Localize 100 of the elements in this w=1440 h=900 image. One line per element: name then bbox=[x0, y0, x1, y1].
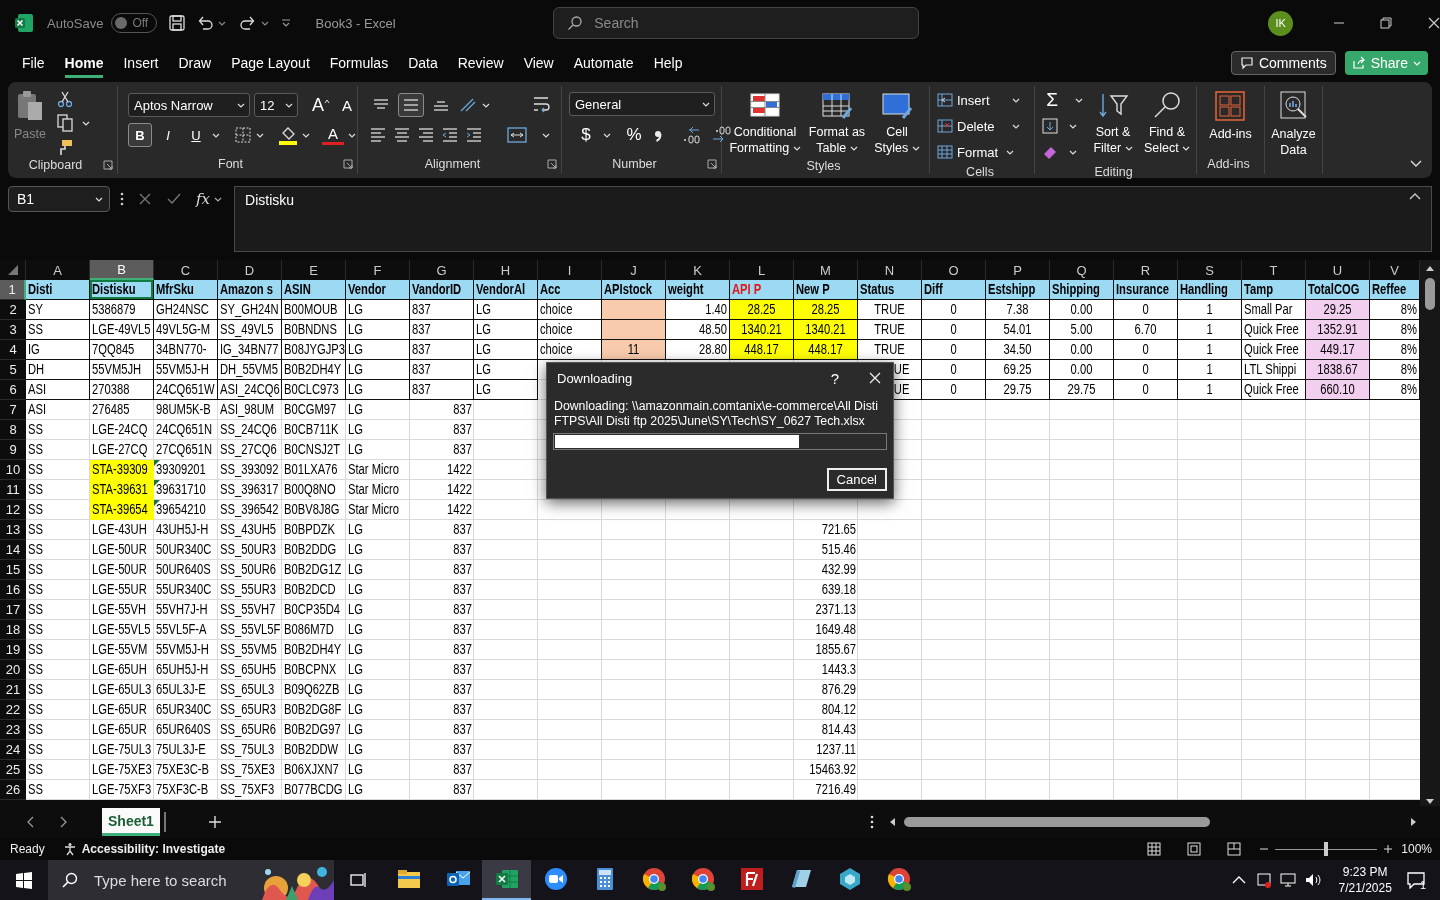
row-header[interactable]: 2 bbox=[0, 300, 26, 320]
volume-icon[interactable] bbox=[1304, 872, 1323, 888]
ribbon-button[interactable]: Sort & Filter bbox=[1089, 88, 1137, 158]
font-style-button[interactable]: I bbox=[156, 123, 180, 147]
font-style-button[interactable]: B bbox=[128, 123, 152, 147]
restore-icon[interactable] bbox=[1380, 17, 1393, 29]
caret-icon[interactable] bbox=[217, 20, 226, 26]
menu-tab[interactable]: Draw bbox=[178, 48, 212, 78]
paste-button[interactable]: Paste bbox=[14, 88, 46, 156]
ribbon-button[interactable]: Cell Styles bbox=[872, 88, 922, 158]
expand-formula-bar-icon[interactable] bbox=[1409, 192, 1421, 200]
column-header[interactable]: Q bbox=[1050, 260, 1114, 280]
vertical-align-button[interactable] bbox=[398, 93, 424, 117]
menu-tab[interactable]: Formulas bbox=[329, 48, 389, 78]
menu-tab[interactable]: Home bbox=[64, 48, 104, 78]
normal-view-icon[interactable] bbox=[1147, 842, 1162, 856]
next-sheet-icon[interactable] bbox=[58, 816, 68, 828]
row-header[interactable]: 19 bbox=[0, 640, 26, 660]
user-avatar[interactable]: IK bbox=[1268, 10, 1294, 36]
align-left-icon[interactable] bbox=[368, 125, 388, 145]
menu-tab[interactable]: Automate bbox=[573, 48, 634, 78]
align-center-icon[interactable] bbox=[392, 125, 412, 145]
error-indicator-icon[interactable] bbox=[154, 480, 160, 486]
row-header[interactable]: 16 bbox=[0, 580, 26, 600]
row-header[interactable]: 25 bbox=[0, 760, 26, 780]
column-header[interactable]: B bbox=[90, 260, 154, 280]
caret-icon[interactable] bbox=[260, 20, 269, 26]
row-header[interactable]: 13 bbox=[0, 520, 26, 540]
ribbon-button[interactable]: Insert bbox=[936, 87, 1020, 113]
column-header[interactable]: F bbox=[346, 260, 410, 280]
copy-icon[interactable] bbox=[55, 114, 74, 132]
close-icon[interactable] bbox=[1428, 17, 1440, 29]
column-header[interactable]: N bbox=[858, 260, 922, 280]
row-header[interactable]: 12 bbox=[0, 500, 26, 520]
row-header[interactable]: 5 bbox=[0, 360, 26, 380]
row-header[interactable]: 15 bbox=[0, 560, 26, 580]
column-header[interactable]: P bbox=[986, 260, 1050, 280]
column-header[interactable]: V bbox=[1370, 260, 1420, 280]
column-header[interactable]: O bbox=[922, 260, 986, 280]
security-icon[interactable] bbox=[1256, 872, 1273, 888]
ribbon-button[interactable]: Find & Select bbox=[1141, 88, 1193, 158]
font-style-button[interactable]: U bbox=[184, 123, 208, 147]
column-header[interactable]: A bbox=[26, 260, 90, 280]
column-header[interactable]: H bbox=[474, 260, 538, 280]
ribbon-button[interactable]: Add-ins bbox=[1209, 88, 1252, 154]
dialog-launcher-icon[interactable] bbox=[103, 160, 113, 170]
row-header[interactable]: 4 bbox=[0, 340, 26, 360]
column-header[interactable]: I bbox=[538, 260, 602, 280]
column-header[interactable]: D bbox=[218, 260, 282, 280]
dialog-launcher-icon[interactable] bbox=[343, 159, 353, 169]
fill-color-icon[interactable] bbox=[278, 125, 298, 145]
more-options-icon[interactable] bbox=[120, 191, 124, 207]
zoom-level[interactable]: 100% bbox=[1401, 842, 1432, 856]
error-indicator-icon[interactable] bbox=[154, 500, 160, 506]
decrease-indent-icon[interactable] bbox=[440, 125, 460, 145]
row-header[interactable]: 7 bbox=[0, 400, 26, 420]
column-header[interactable]: J bbox=[602, 260, 666, 280]
insert-function-button[interactable]: fx bbox=[196, 190, 222, 208]
row-header[interactable]: 14 bbox=[0, 540, 26, 560]
font-name-dropdown[interactable]: Aptos Narrow bbox=[128, 93, 250, 117]
menu-tab[interactable]: View bbox=[523, 48, 554, 78]
ribbon-button[interactable]: Format as Table bbox=[805, 88, 869, 158]
start-icon[interactable] bbox=[15, 871, 33, 889]
orientation-icon[interactable] bbox=[458, 96, 478, 114]
taskbar-search-field[interactable]: Type here to search bbox=[48, 860, 256, 900]
error-indicator-icon[interactable] bbox=[154, 460, 160, 466]
page-break-view-icon[interactable] bbox=[1227, 842, 1242, 856]
row-header[interactable]: 20 bbox=[0, 660, 26, 680]
column-header[interactable]: L bbox=[730, 260, 794, 280]
number-format-dropdown[interactable]: General bbox=[569, 92, 715, 116]
row-header[interactable]: 8 bbox=[0, 420, 26, 440]
increase-font-button[interactable]: A bbox=[310, 93, 332, 117]
row-header[interactable]: 26 bbox=[0, 780, 26, 800]
align-right-icon[interactable] bbox=[416, 125, 436, 145]
menu-tab[interactable]: Data bbox=[408, 48, 438, 78]
row-header[interactable]: 11 bbox=[0, 480, 26, 500]
menu-tab[interactable]: Page Layout bbox=[231, 48, 310, 78]
column-header[interactable]: U bbox=[1306, 260, 1370, 280]
comments-button[interactable]: Comments bbox=[1230, 51, 1336, 75]
menu-tab[interactable]: Help bbox=[653, 48, 683, 78]
fill-down-icon[interactable] bbox=[1041, 117, 1059, 135]
row-header[interactable]: 3 bbox=[0, 320, 26, 340]
autosum-button[interactable]: Σ bbox=[1041, 88, 1063, 112]
select-all-icon[interactable] bbox=[7, 265, 18, 275]
row-header[interactable]: 9 bbox=[0, 440, 26, 460]
clock-date[interactable]: 7/21/2025 bbox=[1338, 880, 1392, 896]
dialog-launcher-icon[interactable] bbox=[547, 159, 557, 169]
name-box[interactable]: B1 bbox=[8, 186, 110, 212]
column-header[interactable]: T bbox=[1242, 260, 1306, 280]
zoom-slider[interactable] bbox=[1275, 842, 1378, 856]
cut-icon[interactable] bbox=[55, 90, 74, 108]
page-layout-view-icon[interactable] bbox=[1187, 842, 1202, 856]
save-icon[interactable] bbox=[167, 14, 186, 32]
row-header[interactable]: 24 bbox=[0, 740, 26, 760]
column-header[interactable]: E bbox=[282, 260, 346, 280]
column-header[interactable]: C bbox=[154, 260, 218, 280]
redo-icon[interactable] bbox=[238, 14, 257, 32]
cancel-button[interactable]: Cancel bbox=[826, 468, 887, 491]
menu-tab[interactable]: File bbox=[22, 48, 45, 78]
ribbon-button[interactable]: Analyze Data bbox=[1271, 88, 1316, 160]
